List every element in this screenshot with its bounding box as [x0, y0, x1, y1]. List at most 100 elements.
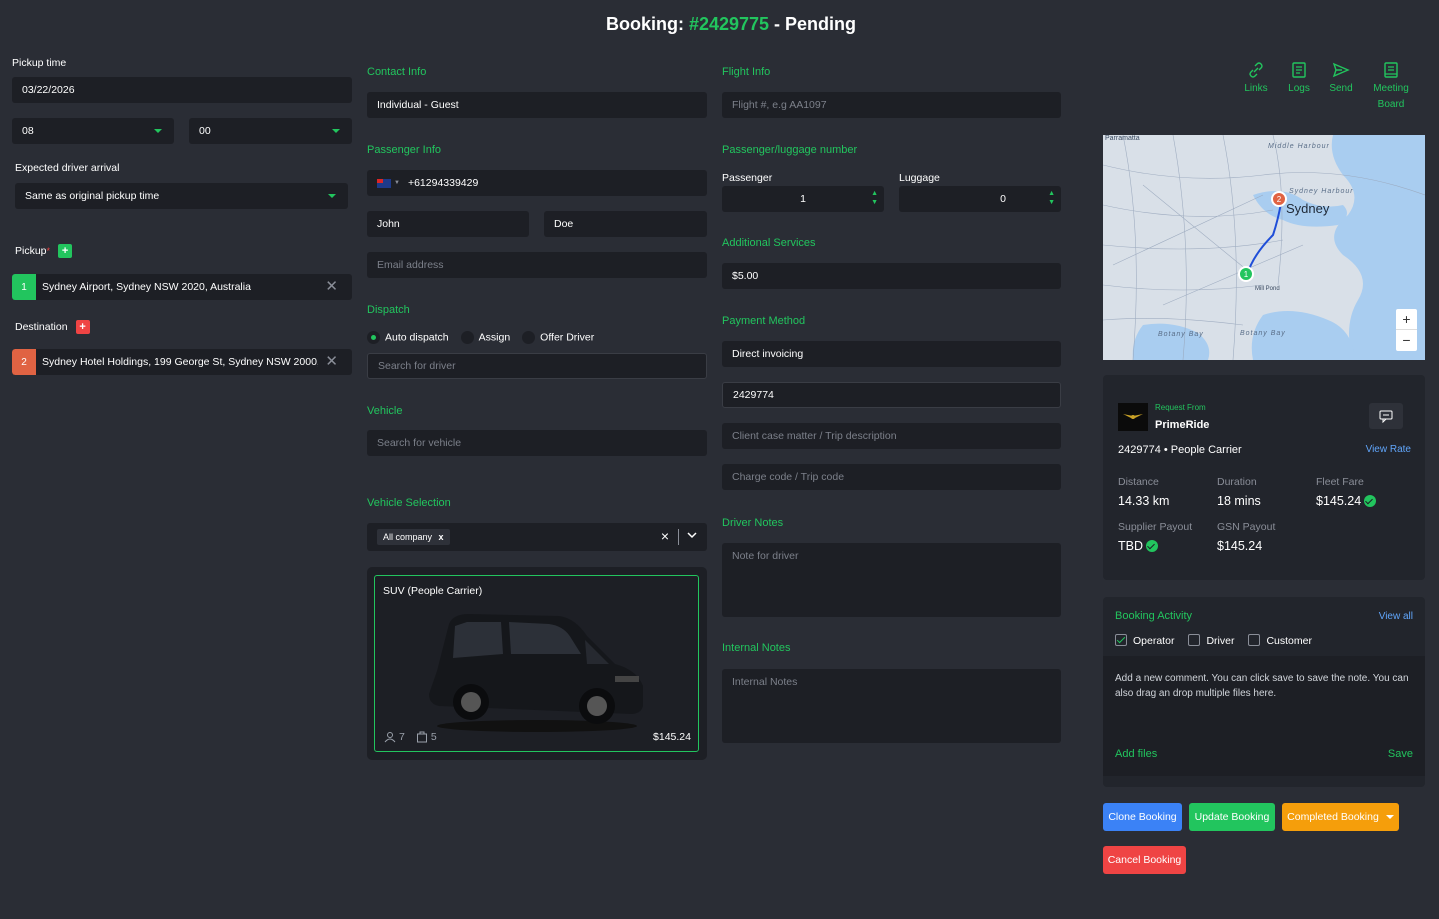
luggage-value: 0 — [1000, 193, 1006, 205]
links-button[interactable]: Links — [1236, 61, 1276, 97]
vehicle-card[interactable]: SUV (People Carrier) 7 5 $145.24 — [374, 575, 699, 752]
select-divider — [678, 529, 679, 545]
clone-booking-button[interactable]: Clone Booking — [1103, 803, 1182, 831]
charge-code-input[interactable]: Charge code / Trip code — [722, 464, 1061, 490]
passenger-stepper[interactable]: 1 ▲ ▼ — [722, 186, 884, 212]
map-label: Botany Bay — [1240, 330, 1286, 337]
map-label: Sydney — [1286, 201, 1330, 216]
zoom-out-button[interactable]: − — [1396, 330, 1417, 351]
contact-type-select[interactable]: Individual - Guest — [367, 92, 707, 118]
dispatch-assign-radio[interactable]: Assign — [460, 331, 510, 344]
zoom-in-button[interactable]: + — [1396, 309, 1417, 330]
vehicle-name: SUV (People Carrier) — [383, 585, 483, 597]
expected-arrival-select[interactable]: Same as original pickup time — [15, 183, 348, 209]
luggage-stepper[interactable]: 0 ▲ ▼ — [899, 186, 1061, 212]
pickup-date-input[interactable]: 03/22/2026 — [12, 77, 352, 103]
view-rate-link[interactable]: View Rate — [1366, 444, 1411, 455]
internal-notes-textarea[interactable]: Internal Notes — [722, 669, 1061, 743]
payment-method-title: Payment Method — [722, 315, 806, 327]
board-label: Board — [1377, 99, 1405, 110]
company-select[interactable]: All company x × — [367, 523, 707, 551]
dispatch-options: Auto dispatch Assign Offer Driver — [367, 331, 594, 344]
message-button[interactable] — [1369, 403, 1403, 429]
send-label: Send — [1329, 83, 1353, 94]
required-mark: * — [46, 245, 51, 256]
luggage-icon — [416, 731, 427, 743]
stepper-arrows-icon[interactable]: ▲ ▼ — [1048, 189, 1055, 207]
additional-services-title: Additional Services — [722, 237, 816, 249]
completed-booking-dropdown[interactable]: Completed Booking — [1282, 803, 1399, 831]
map-label: Botany Bay — [1158, 331, 1204, 338]
phone-value: +61294339429 — [407, 177, 479, 189]
dispatch-offer-radio[interactable]: Offer Driver — [522, 331, 594, 344]
vehicle-card-wrapper: SUV (People Carrier) 7 5 $145.24 — [367, 567, 707, 760]
stepper-arrows-icon[interactable]: ▲ ▼ — [871, 189, 878, 207]
supplier-payout-stat: Supplier Payout TBD — [1118, 521, 1193, 553]
logs-label: Logs — [1288, 83, 1310, 94]
clear-selection-icon[interactable]: × — [661, 528, 669, 544]
dispatch-auto-radio[interactable]: Auto dispatch — [367, 331, 449, 344]
last-name-input[interactable]: Doe — [544, 211, 707, 237]
map-label: Parramatta — [1105, 135, 1140, 142]
meeting-board-button[interactable]: Meeting Board — [1368, 61, 1414, 113]
vehicle-search-input[interactable]: Search for vehicle — [367, 430, 707, 456]
booking-number: #2429775 — [688, 14, 770, 34]
view-all-link[interactable]: View all — [1379, 611, 1413, 622]
booking-activity-panel: Booking Activity View all Operator Drive… — [1103, 597, 1425, 787]
update-booking-button[interactable]: Update Booking — [1189, 803, 1275, 831]
contact-info-title: Contact Info — [367, 66, 427, 78]
send-button[interactable]: Send — [1322, 61, 1360, 97]
filter-operator-checkbox[interactable]: Operator — [1115, 634, 1174, 647]
fleet-fare-stat: Fleet Fare $145.24 — [1316, 476, 1377, 508]
comment-dropzone[interactable]: Add a new comment. You can click save to… — [1103, 656, 1425, 776]
filter-customer-checkbox[interactable]: Customer — [1248, 634, 1312, 647]
check-icon — [1146, 540, 1158, 552]
email-input[interactable]: Email address — [367, 252, 707, 278]
map-canvas[interactable] — [1103, 135, 1425, 360]
tag-remove-icon[interactable]: x — [439, 532, 444, 542]
add-files-button[interactable]: Add files — [1115, 748, 1157, 760]
luggage-label: Luggage — [899, 172, 940, 184]
filter-driver-checkbox[interactable]: Driver — [1188, 634, 1234, 647]
request-card: Request From PrimeRide 2429774 • People … — [1103, 375, 1425, 580]
clear-icon[interactable]: ✕ — [325, 354, 338, 369]
vehicle-selection-title: Vehicle Selection — [367, 497, 451, 509]
first-name-input[interactable]: John — [367, 211, 529, 237]
account-input[interactable]: 2429774 — [722, 382, 1061, 408]
flight-input[interactable]: Flight #, e.g AA1097 — [722, 92, 1061, 118]
save-comment-button[interactable]: Save — [1388, 748, 1413, 760]
add-pickup-button[interactable]: + — [58, 244, 73, 258]
route-map[interactable]: Parramatta Middle Harbour Sydney Harbour… — [1103, 135, 1425, 360]
duration-stat: Duration 18 mins — [1217, 476, 1261, 508]
pickup-marker[interactable]: 1 — [1238, 266, 1254, 282]
map-label: Middle Harbour — [1268, 143, 1330, 150]
caret-down-icon — [1385, 815, 1394, 819]
driver-search-input[interactable]: Search for driver — [367, 353, 707, 379]
flag-au-icon[interactable] — [377, 178, 391, 188]
dispatch-title: Dispatch — [367, 304, 410, 316]
hour-select[interactable]: 08 — [12, 118, 174, 144]
map-label: Mill Pond — [1255, 286, 1280, 292]
additional-services-input[interactable]: $5.00 — [722, 263, 1061, 289]
meeting-label: Meeting — [1373, 83, 1409, 94]
case-matter-input[interactable]: Client case matter / Trip description — [722, 423, 1061, 449]
destination-address: Sydney Hotel Holdings, 199 George St, Sy… — [42, 356, 318, 368]
driver-notes-textarea[interactable]: Note for driver — [722, 543, 1061, 617]
phone-input[interactable]: ▼ +61294339429 — [367, 170, 707, 196]
add-destination-button[interactable]: + — [75, 320, 90, 334]
vehicle-title: Vehicle — [367, 405, 403, 417]
cancel-booking-button[interactable]: Cancel Booking — [1103, 846, 1186, 874]
flag-dropdown-icon[interactable]: ▼ — [394, 180, 400, 186]
activity-filters: Operator Driver Customer — [1115, 634, 1312, 647]
destination-address-row[interactable]: 2 Sydney Hotel Holdings, 199 George St, … — [12, 349, 352, 375]
logs-button[interactable]: Logs — [1280, 61, 1318, 97]
payment-method-select[interactable]: Direct invoicing — [722, 341, 1061, 367]
pickup-address-row[interactable]: 1 Sydney Airport, Sydney NSW 2020, Austr… — [12, 274, 352, 300]
destination-number: 2 — [12, 349, 36, 375]
clear-icon[interactable]: ✕ — [325, 279, 338, 294]
destination-label-text: Destination — [15, 320, 68, 333]
chevron-down-icon[interactable] — [686, 529, 698, 544]
page-title: Booking: #2429775 - Pending — [0, 14, 1439, 35]
minute-select[interactable]: 00 — [189, 118, 352, 144]
destination-marker[interactable]: 2 — [1271, 191, 1287, 207]
